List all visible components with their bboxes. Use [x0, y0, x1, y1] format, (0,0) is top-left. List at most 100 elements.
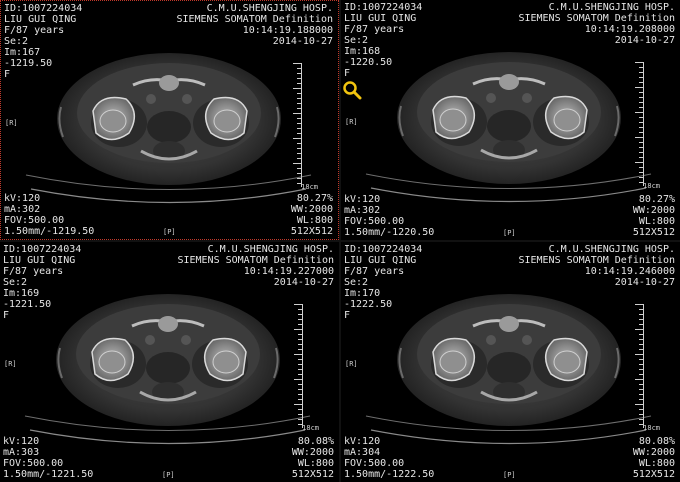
ruler-tick [297, 173, 301, 174]
ruler-tick [294, 379, 302, 380]
ruler-tick [293, 63, 301, 64]
orientation-marker-posterior: [P] [163, 228, 176, 236]
ruler-tick [298, 344, 302, 345]
slice-thickness: 1.50mm/-1221.50 [3, 469, 94, 480]
ruler-tick [635, 329, 643, 330]
ma-value: mA:302 [4, 204, 41, 215]
scale-label: 18cm [643, 182, 660, 190]
ma-value: mA:302 [344, 205, 381, 216]
orientation-marker-right: [R] [345, 118, 358, 126]
patient-name: LIU GUI QING [344, 255, 417, 266]
ruler-tick [298, 409, 302, 410]
fov-value: FOV:500.00 [3, 458, 64, 469]
ruler-tick [639, 172, 643, 173]
ruler-tick [297, 78, 301, 79]
slice-thickness: 1.50mm/-1220.50 [344, 227, 435, 238]
ruler-tick [297, 128, 301, 129]
scanner-model: SIEMENS SOMATOM Definition [518, 255, 675, 266]
ruler-tick [297, 93, 301, 94]
ruler-tick [639, 72, 643, 73]
ruler-tick [297, 143, 301, 144]
patient-info-overlay: ID:1007224034 LIU GUI QING F/87 years Se… [344, 244, 422, 321]
ruler-tick [298, 334, 302, 335]
display-params-overlay: 80.08% WW:2000 WL:800 512X512 [292, 436, 334, 480]
fov-value: FOV:500.00 [4, 215, 65, 226]
window-level: WL:800 [638, 216, 675, 227]
orientation-marker-posterior: [P] [503, 471, 516, 479]
ruler-tick [639, 389, 643, 390]
series-number: Se:2 [4, 36, 29, 47]
orientation-left: F [3, 310, 10, 321]
slice-position: -1221.50 [3, 299, 52, 310]
window-width: WW:2000 [290, 204, 333, 215]
patient-name: LIU GUI QING [4, 14, 77, 25]
scale-label: 18cm [302, 424, 319, 432]
ruler-tick [635, 162, 643, 163]
matrix-size: 512X512 [632, 227, 675, 238]
orientation-marker-right: [R] [5, 119, 18, 127]
ruler-tick [294, 329, 302, 330]
ruler-tick [298, 314, 302, 315]
patient-name: LIU GUI QING [344, 13, 417, 24]
ruler-tick [639, 349, 643, 350]
ruler-tick [298, 394, 302, 395]
ct-viewport-2[interactable]: ID:1007224034 LIU GUI QING F/87 years Se… [341, 0, 680, 240]
series-number: Se:2 [344, 35, 369, 46]
ruler-tick [297, 103, 301, 104]
ruler-tick [293, 163, 301, 164]
matrix-size: 512X512 [290, 226, 333, 237]
ruler-tick [297, 158, 301, 159]
ruler-tick [639, 409, 643, 410]
window-width: WW:2000 [632, 205, 675, 216]
window-width: WW:2000 [291, 447, 334, 458]
patient-info-overlay: ID:1007224034 LIU GUI QING F/87 years Se… [344, 2, 422, 79]
ruler-tick [639, 419, 643, 420]
ruler-tick [635, 304, 643, 305]
study-info-overlay: C.M.U.SHENGJING HOSP. SIEMENS SOMATOM De… [177, 244, 334, 288]
patient-id: ID:1007224034 [344, 2, 423, 13]
patient-sex-age: F/87 years [344, 24, 405, 35]
ruler-tick [293, 88, 301, 89]
ruler-tick [635, 379, 643, 380]
slice-position: -1219.50 [4, 58, 53, 69]
window-level: WL:800 [297, 458, 334, 469]
ruler-tick [639, 102, 643, 103]
matrix-size: 512X512 [291, 469, 334, 480]
orientation-marker-posterior: [P] [503, 229, 516, 237]
ruler-tick [639, 147, 643, 148]
patient-sex-age: F/87 years [344, 266, 405, 277]
hospital-name: C.M.U.SHENGJING HOSP. [548, 244, 675, 255]
image-number: Im:169 [3, 288, 40, 299]
ruler-tick [639, 67, 643, 68]
ruler-tick [297, 108, 301, 109]
ruler-tick [293, 138, 301, 139]
scanner-model: SIEMENS SOMATOM Definition [176, 14, 333, 25]
orientation-left: F [4, 69, 11, 80]
ruler-tick [639, 384, 643, 385]
ruler-tick [298, 419, 302, 420]
ct-viewport-1[interactable]: ID:1007224034 LIU GUI QING F/87 years Se… [0, 0, 339, 240]
ruler-tick [298, 369, 302, 370]
ruler-tick [639, 319, 643, 320]
ruler-tick [635, 404, 643, 405]
ruler-tick [639, 82, 643, 83]
ct-viewport-4[interactable]: ID:1007224034 LIU GUI QING F/87 years Se… [341, 242, 680, 482]
study-date: 2014-10-27 [273, 277, 334, 288]
ruler-tick [639, 394, 643, 395]
patient-sex-age: F/87 years [4, 25, 65, 36]
hospital-name: C.M.U.SHENGJING HOSP. [206, 3, 333, 14]
ma-value: mA:303 [3, 447, 40, 458]
ct-viewport-3[interactable]: ID:1007224034 LIU GUI QING F/87 years Se… [0, 242, 339, 482]
ruler-tick [639, 77, 643, 78]
display-params-overlay: 80.08% WW:2000 WL:800 512X512 [633, 436, 675, 480]
ruler-tick [297, 123, 301, 124]
zoom-value: 80.08% [297, 436, 334, 447]
ruler-tick [639, 309, 643, 310]
ruler-tick [635, 62, 643, 63]
ruler-tick [639, 132, 643, 133]
kv-value: kV:120 [344, 436, 381, 447]
ruler-tick [298, 414, 302, 415]
scanner-model: SIEMENS SOMATOM Definition [518, 13, 675, 24]
scale-label: 18cm [301, 183, 318, 191]
patient-info-overlay: ID:1007224034 LIU GUI QING F/87 years Se… [3, 244, 81, 321]
